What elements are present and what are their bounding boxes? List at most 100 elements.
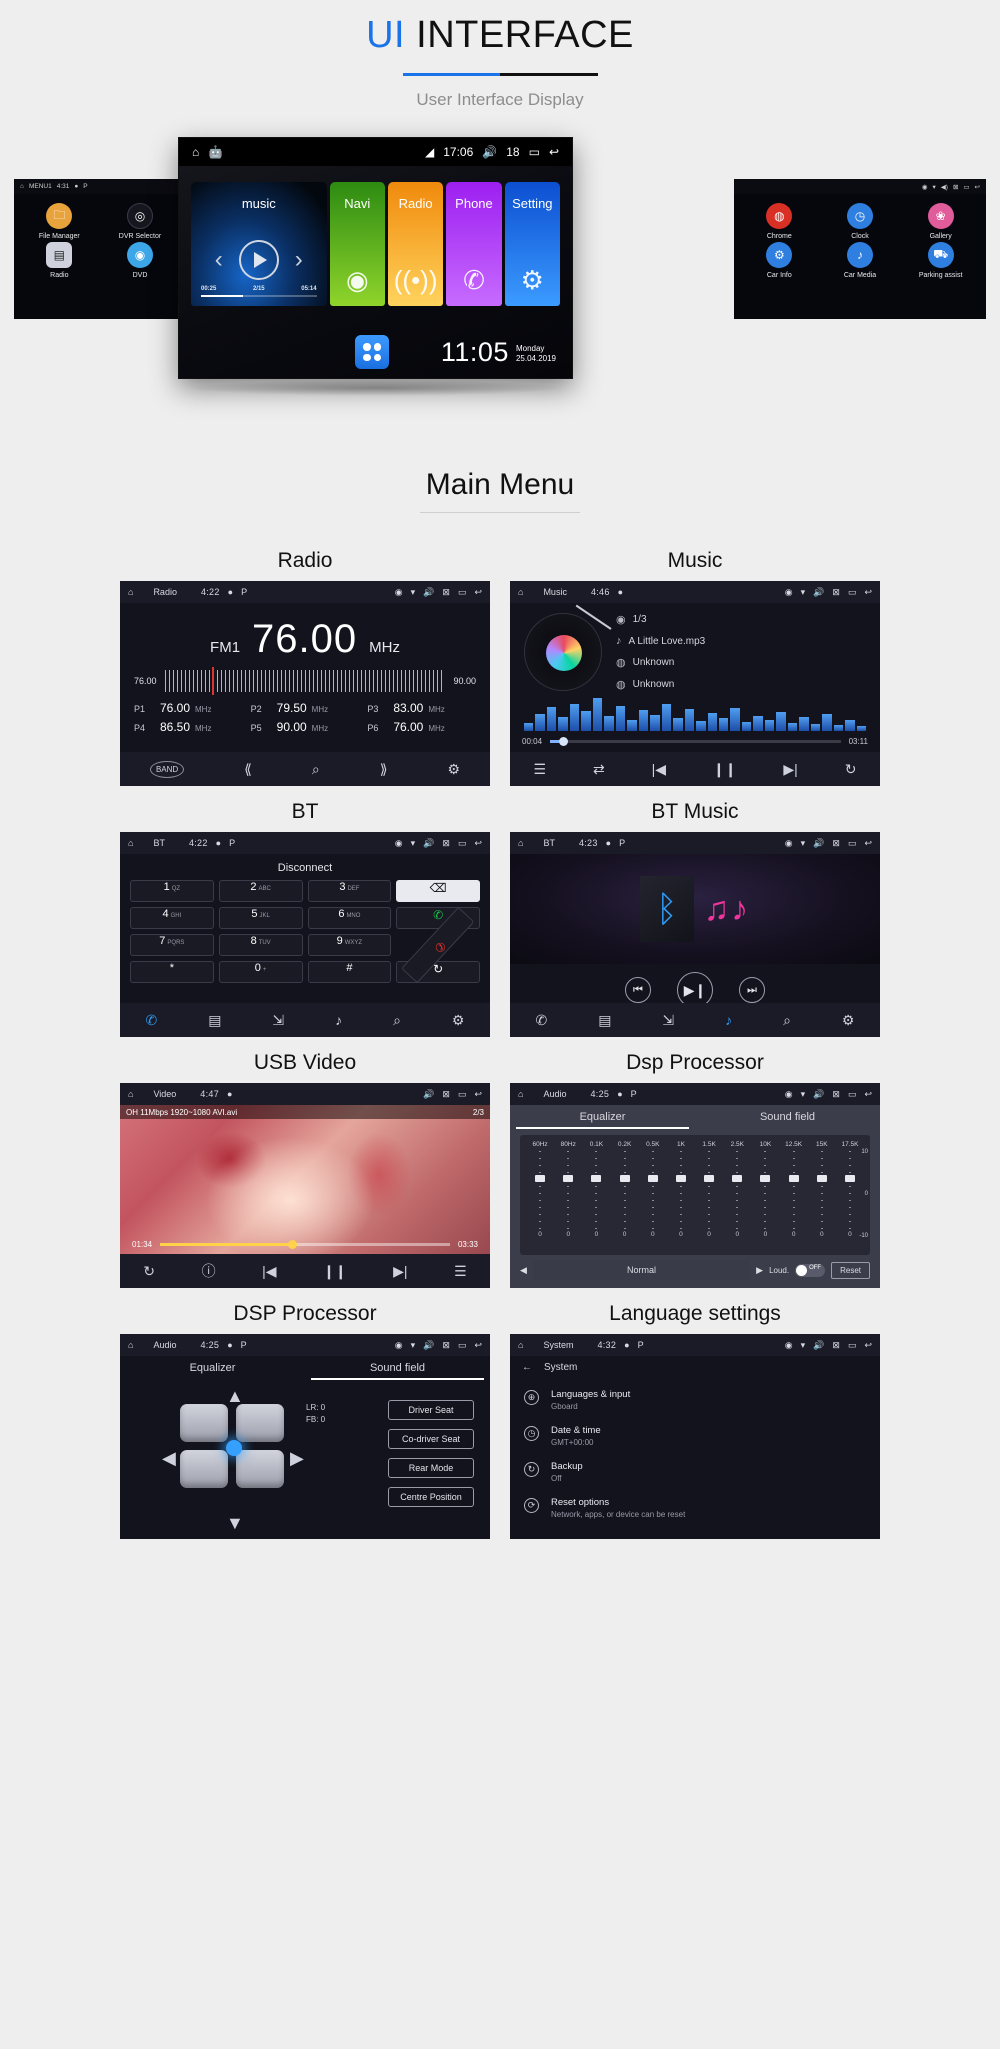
eq-slider[interactable] [808,1151,836,1229]
preset-item[interactable]: P3 83.00 MHz [367,701,476,715]
eq-slider[interactable] [723,1151,751,1229]
music-progress[interactable]: 00:25 2/15 05:14 [201,286,317,297]
home-icon[interactable]: ⌂ [518,1340,523,1350]
list-icon[interactable]: ☰ [454,1263,467,1280]
recents-icon[interactable]: ▭ [458,838,467,849]
recents-icon[interactable]: ▭ [848,1089,857,1100]
home-icon[interactable]: ⌂ [128,1340,133,1350]
back-icon[interactable]: ↩ [975,183,980,191]
play-icon[interactable] [238,240,279,280]
eq-slider[interactable] [695,1151,723,1229]
eq-slider[interactable] [526,1151,554,1229]
tab-sound-field[interactable]: Sound field [305,1356,490,1380]
home-icon[interactable]: ⌂ [518,838,523,848]
volume-icon[interactable]: 🔊 [423,587,434,598]
repeat-icon[interactable]: ↻ [845,761,857,778]
home-icon[interactable]: ⌂ [128,1089,133,1099]
recents-icon[interactable]: ▭ [848,587,857,598]
next-track-icon[interactable]: ▶| [783,761,797,778]
tile-setting[interactable]: Setting ⚙ [504,182,560,306]
app-radio[interactable]: ▤ Radio [20,242,99,279]
prev-track-icon[interactable]: |◀ [262,1263,276,1280]
tile-navi[interactable]: Navi ◉ [329,182,385,306]
app-chrome[interactable]: ◍ Chrome [740,203,819,240]
eq-slider[interactable] [780,1151,808,1229]
close-icon[interactable]: ⊠ [832,838,840,849]
reset-button[interactable]: Reset [831,1261,870,1279]
tile-radio[interactable]: Radio ((•)) [387,182,444,306]
contacts-icon[interactable]: ▤ [208,1012,221,1029]
back-icon[interactable]: ↩ [474,1340,482,1351]
back-icon[interactable]: ↩ [864,587,872,598]
key-1[interactable]: 1 QZ [130,880,214,902]
close-icon[interactable]: ⊠ [832,587,840,598]
pause-icon[interactable]: ❙❙ [713,761,736,778]
back-arrow-icon[interactable]: ← [522,1362,532,1373]
home-icon[interactable]: ⌂ [20,183,24,190]
back-icon[interactable]: ↩ [549,145,559,159]
tile-phone[interactable]: Phone ✆ [446,182,502,306]
preset-item[interactable]: P4 86.50 MHz [134,720,243,734]
key-8[interactable]: 8 TUV [218,934,303,956]
volume-icon[interactable]: 🔊 [813,1089,824,1100]
volume-icon[interactable]: 🔊 [813,1340,824,1351]
app-dvr-selector[interactable]: ◎ DVR Selector [101,203,180,240]
next-icon[interactable]: › [295,246,303,274]
volume-icon[interactable]: 🔊 [813,587,824,598]
next-icon[interactable]: ⟫ [380,761,388,778]
app-clock[interactable]: ◷ Clock [821,203,900,240]
pause-icon[interactable]: ❙❙ [323,1263,346,1280]
recents-icon[interactable]: ▭ [458,1089,467,1100]
back-icon[interactable]: ↩ [864,1340,872,1351]
music-seekbar[interactable]: 00:04 03:11 [510,730,880,752]
list-item[interactable]: ⊕ Languages & input Gboard [510,1382,880,1418]
close-icon[interactable]: ⊠ [832,1340,840,1351]
back-icon[interactable]: ↩ [474,587,482,598]
back-icon[interactable]: ↩ [864,1089,872,1100]
key-3[interactable]: 3 DEF [307,880,392,902]
back-icon[interactable]: ↩ [474,838,482,849]
tab-equalizer[interactable]: Equalizer [510,1105,695,1129]
recents-icon[interactable]: ▭ [848,838,857,849]
bt-music-icon[interactable]: ♪ [725,1012,732,1028]
radio-tuner-scale[interactable]: 76.00 90.00 [134,667,476,695]
volume-icon[interactable]: 🔊 [482,145,497,159]
phone-icon[interactable]: ✆ [145,1012,157,1029]
band-button[interactable]: BAND [149,760,185,778]
app-car-info[interactable]: ⚙ Car Info [740,242,819,279]
home-icon[interactable]: ⌂ [518,1089,523,1099]
phone-icon[interactable]: ✆ [535,1012,547,1029]
eq-preset[interactable]: Normal [532,1260,751,1280]
volume-icon[interactable]: 🔊 [423,1089,434,1100]
prev-track-icon[interactable]: ⏮ [625,977,651,1003]
right-arrow-icon[interactable]: ▶ [290,1448,304,1469]
search-icon[interactable]: ⌕ [393,1012,401,1029]
app-parking-assist[interactable]: ⛟ Parking assist [901,242,980,279]
settings-icon[interactable]: ⚙ [842,1012,855,1029]
apps-grid-icon[interactable] [355,335,389,369]
close-icon[interactable]: ⊠ [953,183,958,191]
down-arrow-icon[interactable]: ▼ [226,1513,244,1534]
volume-icon[interactable]: 🔊 [423,838,434,849]
eq-slider[interactable] [667,1151,695,1229]
backspace-icon[interactable]: ⌫ [396,880,480,902]
key-6[interactable]: 6 MNO [307,907,392,929]
sound-focus-point[interactable] [226,1440,242,1456]
video-seekbar[interactable]: 01:34 03:33 [120,1234,490,1254]
home-icon[interactable]: ⌂ [518,587,523,597]
seat-front-right[interactable] [236,1404,284,1442]
volume-icon[interactable]: 🔊 [813,838,824,849]
key-9[interactable]: 9 WXYZ [307,934,392,956]
search-icon[interactable]: ⌕ [312,761,320,778]
close-icon[interactable]: ⊠ [442,1089,450,1100]
contacts-icon[interactable]: ▤ [598,1012,611,1029]
preset-driver-seat[interactable]: Driver Seat [388,1400,474,1420]
app-gallery[interactable]: ❀ Gallery [901,203,980,240]
info-icon[interactable]: ⓘ [202,1261,216,1281]
app-dvd[interactable]: ◉ DVD [101,242,180,279]
left-arrow-icon[interactable]: ◀ [162,1448,176,1469]
seat-rear-right[interactable] [236,1450,284,1488]
app-file-manager[interactable]: 🗀 File Manager [20,203,99,240]
list-item[interactable]: ⟳ Reset options Network, apps, or device… [510,1490,880,1526]
home-icon[interactable]: ⌂ [128,838,133,848]
